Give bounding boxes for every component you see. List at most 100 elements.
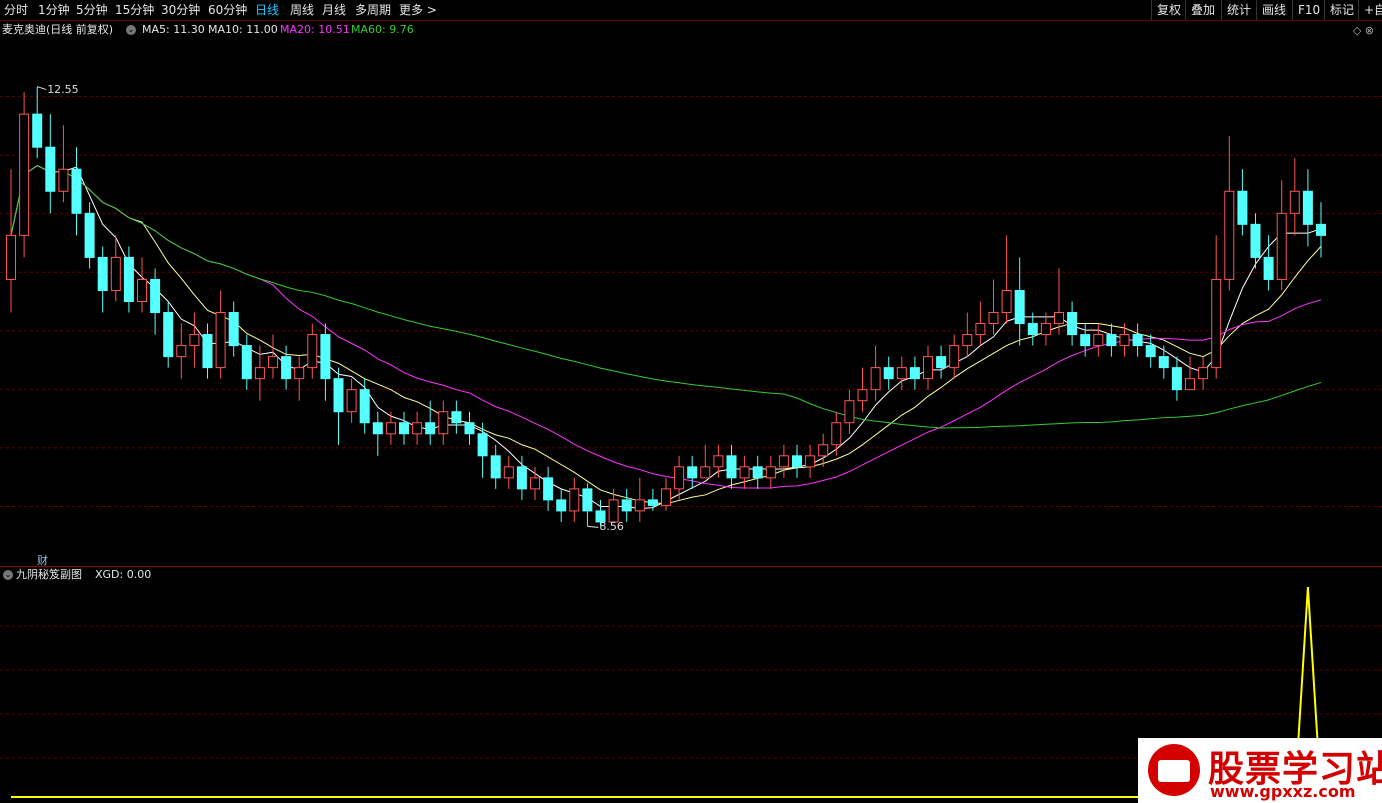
toolbar-button[interactable]: F10 [1292,0,1325,20]
collapse-icon[interactable]: ⌄ [3,570,13,580]
candlestick-chart[interactable] [0,38,1382,565]
candle-body [909,367,920,380]
candle-body [1185,378,1195,391]
toolbar-button[interactable]: 统计 [1221,0,1256,20]
candle-body [346,389,357,413]
candle-body [765,466,776,479]
collapse-icon[interactable]: ⌄ [126,25,136,35]
toolbar-button[interactable]: 标记 [1324,0,1359,20]
candle-body [399,422,409,435]
toolbar-button[interactable]: 画线 [1256,0,1291,20]
candle-body [503,466,514,479]
period-toolbar: 分时 1分钟 5分钟 15分钟 30分钟 60分钟 日线 周线 月线 多周期 更多 > 复权 叠加 统计… [0,0,1382,21]
candle-body [137,278,147,303]
low-pointer [587,525,599,528]
candle-body [1145,345,1156,358]
candle-body [19,113,30,236]
candle-body [896,367,907,380]
candle-body [1054,312,1064,325]
candle-body [752,466,763,479]
xgd-line [11,586,1322,798]
watermark: 股票学习站 www.gpxxz.com [1138,738,1382,803]
period-tab[interactable]: 15分钟 [115,2,154,18]
candle-body [1014,289,1025,325]
candle-body [778,455,789,468]
ma60-line [10,164,1322,429]
candle-body [713,455,724,468]
candle-body [608,499,619,523]
candle-body [215,312,226,369]
period-tab[interactable]: 30分钟 [161,2,200,18]
candle-body [1198,367,1209,380]
candle-body [831,422,842,446]
candle-body [123,256,134,302]
candle-body [700,466,711,479]
candle-body [844,400,855,424]
ma5-label: MA5: 11.30 [142,23,205,36]
candle-body [163,312,174,358]
period-tab[interactable]: 60分钟 [208,2,247,18]
toolbar-button[interactable]: 复权 [1151,0,1186,20]
candle-body [32,113,43,148]
candle-body [412,422,423,435]
candle-body [962,334,973,347]
candle-body [71,168,82,214]
period-tab[interactable]: 多周期 [355,2,391,18]
candle-body [621,499,632,512]
period-tab[interactable]: 周线 [290,2,314,18]
period-tab[interactable]: 1分钟 [38,2,70,18]
candle-body [438,411,449,435]
candle-body [1158,356,1169,369]
stock-label: 麦克奥迪(日线 前复权) [2,23,114,36]
candle-body [923,356,933,380]
candle-body [45,146,56,192]
candle-body [726,455,737,479]
candle-body [294,367,305,380]
candle-body [530,477,540,490]
candle-body [228,312,239,347]
candle-body [477,433,488,457]
candle-body [189,334,200,347]
toolbar-button[interactable]: 叠加 [1185,0,1220,20]
candle-body [1132,334,1143,347]
period-tab[interactable]: 更多 > [399,2,437,18]
period-tab[interactable]: 日线 [255,2,279,18]
high-pointer [37,86,47,91]
candle-body [870,367,881,391]
candle-body [1171,367,1182,391]
candle-body [556,499,567,512]
candle-body [949,345,960,369]
ma10-label: MA10: 11.00 [208,23,278,36]
candle-body [1250,223,1261,258]
ma60-label: MA60: 9.76 [351,23,414,36]
candle-body [254,367,265,380]
period-tab[interactable]: 分时 [4,2,28,18]
candle-body [176,345,187,358]
candle-body [451,411,462,424]
candle-body [84,212,95,258]
candle-body [490,455,501,479]
candle-body [647,499,658,506]
candle-body [1211,278,1222,369]
candle-body [661,488,671,506]
candle-body [425,422,436,435]
candle-body [1080,334,1091,347]
candle-body [1276,212,1287,280]
period-tab[interactable]: 月线 [322,2,346,18]
panel-divider[interactable] [0,566,1382,567]
candle-body [1093,334,1104,347]
candle-body [1119,334,1130,347]
candle-body [372,422,383,435]
candle-body [543,477,554,501]
toolbar-button[interactable]: +自 [1358,0,1382,20]
period-tab[interactable]: 5分钟 [76,2,108,18]
candle-body [936,356,947,369]
candle-body [634,499,645,512]
candle-body [320,334,331,380]
low-price-label: 8.56 [599,520,624,534]
candle-body [1001,289,1012,314]
chart-options-icon[interactable]: ◇ ⊗ [1353,24,1374,37]
candle-body [385,422,396,435]
candle-body [739,466,750,479]
candle-body [97,256,108,291]
